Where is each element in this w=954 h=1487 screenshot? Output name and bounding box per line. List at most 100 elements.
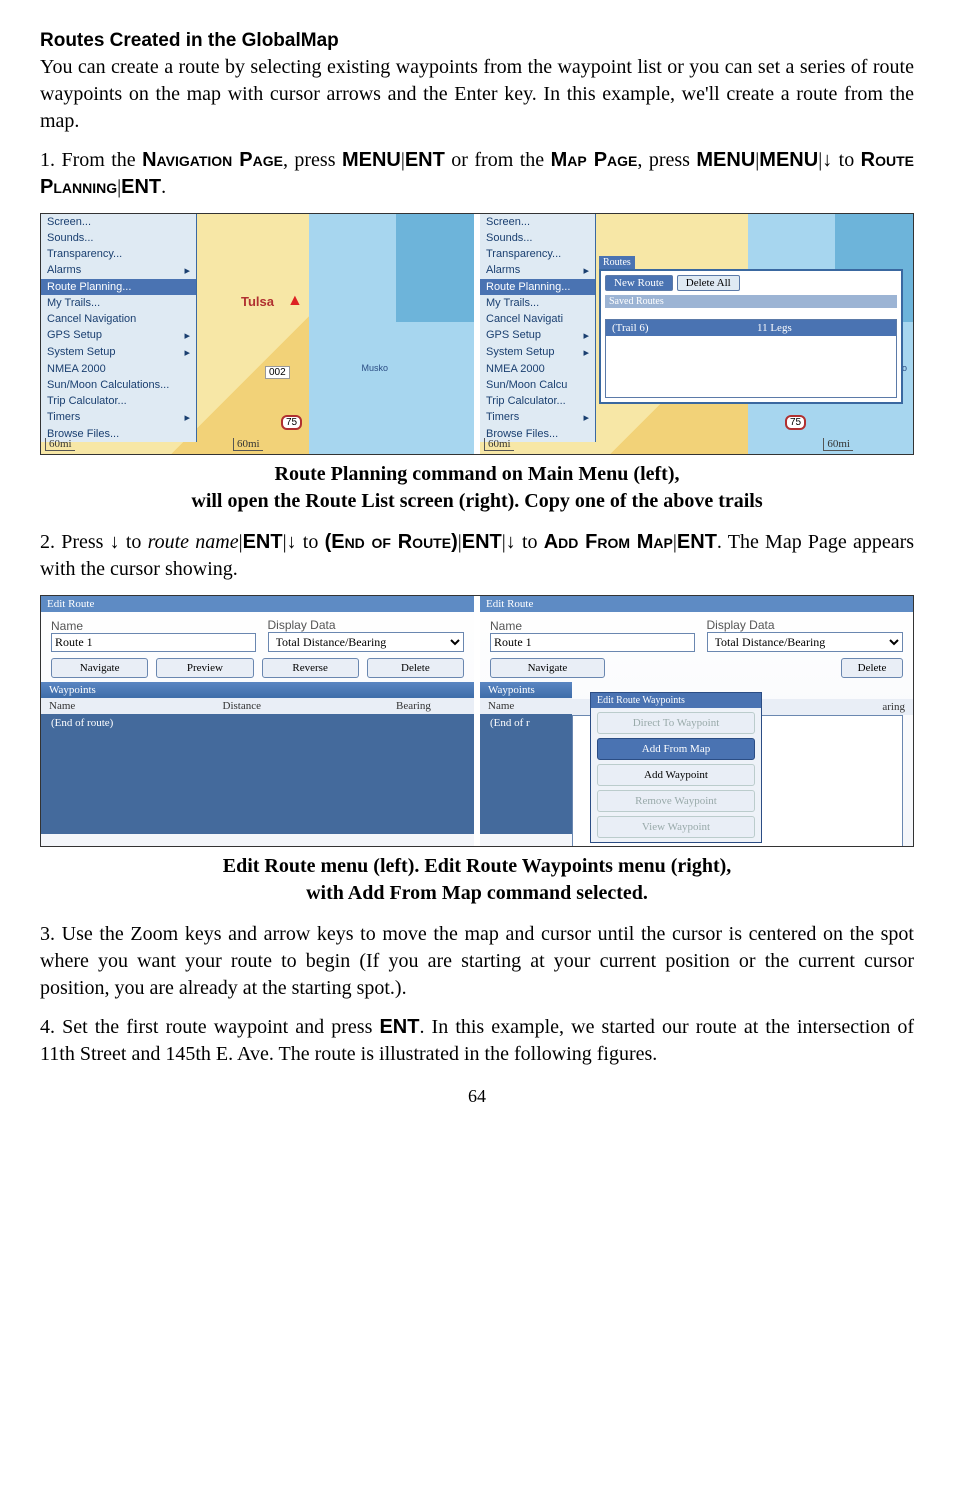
reverse-button[interactable]: Reverse <box>262 658 359 678</box>
menu-item[interactable]: Transparency... <box>480 246 595 262</box>
waypoints-header: Waypoints <box>480 682 572 698</box>
menu-item[interactable]: System Setup <box>41 344 196 361</box>
col-name: Name <box>41 698 215 714</box>
saved-routes-list[interactable]: (Trail 6) 11 Legs <box>605 319 897 398</box>
menu-item[interactable]: System Setup <box>480 344 595 361</box>
view-waypoint-item[interactable]: View Waypoint <box>597 816 755 838</box>
map-cursor-icon: ▲ <box>287 292 303 310</box>
menu-item[interactable]: Alarms <box>41 262 196 279</box>
edit-route-dialog: Edit Route Name Display Data Total Dista… <box>41 596 474 846</box>
end-of-route-row[interactable]: (End of r <box>480 714 572 732</box>
display-data-select[interactable]: Total Distance/Bearing <box>268 632 465 652</box>
menu-item[interactable]: Sounds... <box>480 230 595 246</box>
route-name-placeholder: route name <box>148 531 239 553</box>
txt: |↓ to <box>283 531 325 553</box>
menu-item[interactable]: Transparency... <box>41 246 196 262</box>
screenshot-edit-route-right: Edit Route Name Display Data Total Dista… <box>480 596 913 846</box>
menu-item[interactable]: Alarms <box>480 262 595 279</box>
delete-button[interactable]: Delete <box>841 658 903 678</box>
caption-line: with Add From Map command selected. <box>306 882 648 904</box>
txt: , press <box>283 149 342 171</box>
map-zoom-badge: 002 <box>265 366 290 379</box>
map-label-muskogee: Musko <box>361 363 388 373</box>
txt: . <box>161 176 166 198</box>
delete-button[interactable]: Delete <box>367 658 464 678</box>
key-menu: MENU <box>759 149 818 171</box>
name-label: Name <box>490 619 687 633</box>
waypoints-list[interactable]: (End of r <box>480 714 572 834</box>
display-data-label: Display Data <box>707 618 904 632</box>
menu-item[interactable]: Cancel Navigation <box>41 311 196 327</box>
key-ent: ENT <box>677 531 717 553</box>
menu-item[interactable]: Cancel Navigati <box>480 311 595 327</box>
menu-item[interactable]: My Trails... <box>41 295 196 311</box>
waypoints-header: Waypoints <box>41 682 474 698</box>
navigate-button[interactable]: Navigate <box>490 658 605 678</box>
map-page-label: Map Page <box>551 149 638 171</box>
col-bearing: Bearing <box>388 698 474 714</box>
route-legs-cell: 11 Legs <box>751 320 896 336</box>
screenshot-row-2: Edit Route Name Display Data Total Dista… <box>40 595 914 847</box>
add-waypoint-item[interactable]: Add Waypoint <box>597 764 755 786</box>
menu-item[interactable]: NMEA 2000 <box>41 361 196 377</box>
menu-item[interactable]: NMEA 2000 <box>480 361 595 377</box>
col-bearing-trimmed: aring <box>853 699 913 715</box>
waypoints-columns: Name Distance Bearing <box>41 698 474 714</box>
caption-1: Route Planning command on Main Menu (lef… <box>40 461 914 515</box>
menu-item[interactable]: Route Planning... <box>41 279 196 295</box>
delete-all-button[interactable]: Delete All <box>677 275 740 291</box>
menu-item[interactable]: Sun/Moon Calculations... <box>41 377 196 393</box>
step-4: 4. Set the first route waypoint and pres… <box>40 1014 914 1068</box>
main-menu-panel[interactable]: Screen...Sounds...Transparency...AlarmsR… <box>41 214 197 442</box>
txt: 2. Press ↓ to <box>40 531 148 553</box>
step-2: 2. Press ↓ to route name|ENT|↓ to (End o… <box>40 529 914 583</box>
route-name-input[interactable] <box>51 633 256 652</box>
edit-route-waypoints-popup: Edit Route Waypoints Direct To Waypoint … <box>590 692 762 843</box>
txt: |↓ to <box>502 531 544 553</box>
menu-item[interactable]: Sun/Moon Calcu <box>480 377 595 393</box>
menu-item[interactable]: Trip Calculator... <box>41 393 196 409</box>
menu-item[interactable]: Timers <box>41 409 196 426</box>
main-menu-panel[interactable]: Screen...Sounds...Transparency...AlarmsR… <box>480 214 596 442</box>
remove-waypoint-item[interactable]: Remove Waypoint <box>597 790 755 812</box>
screenshot-route-list: 75 75 Musko Screen...Sounds...Transparen… <box>480 214 913 454</box>
menu-item[interactable]: My Trails... <box>480 295 595 311</box>
display-data-select[interactable]: Total Distance/Bearing <box>707 632 904 652</box>
new-route-button[interactable]: New Route <box>605 275 673 291</box>
page-number: 64 <box>40 1086 914 1107</box>
key-menu: MENU <box>342 149 401 171</box>
direct-to-waypoint-item[interactable]: Direct To Waypoint <box>597 712 755 734</box>
menu-item[interactable]: Sounds... <box>41 230 196 246</box>
screenshot-row-1: Tulsa ▲ 75 75 Musko 002 Screen...Sounds.… <box>40 213 914 455</box>
key-ent: ENT <box>379 1016 419 1038</box>
col-name: Name <box>480 698 572 714</box>
saved-routes-label: Saved Routes <box>605 295 897 308</box>
name-label: Name <box>51 619 248 633</box>
menu-item[interactable]: Trip Calculator... <box>480 393 595 409</box>
navigate-button[interactable]: Navigate <box>51 658 148 678</box>
highway-shield: 75 <box>281 415 302 430</box>
key-ent: ENT <box>243 531 283 553</box>
menu-item[interactable]: GPS Setup <box>480 327 595 344</box>
map-scale: 60mi <box>233 438 263 451</box>
route-list-row[interactable]: (Trail 6) 11 Legs <box>606 320 896 336</box>
add-from-map-item[interactable]: Add From Map <box>597 738 755 760</box>
routes-popup: New Route Delete All Saved Routes (Trail… <box>599 269 903 404</box>
end-of-route-row[interactable]: (End of route) <box>41 714 474 732</box>
menu-item[interactable]: Timers <box>480 409 595 426</box>
preview-button[interactable]: Preview <box>156 658 253 678</box>
txt: 4. Set the first route waypoint and pres… <box>40 1016 379 1038</box>
screenshot-main-menu: Tulsa ▲ 75 75 Musko 002 Screen...Sounds.… <box>41 214 474 454</box>
menu-item[interactable]: Screen... <box>480 214 595 230</box>
key-ent: ENT <box>405 149 445 171</box>
section-heading: Routes Created in the GlobalMap <box>40 30 914 52</box>
col-distance: Distance <box>215 698 389 714</box>
waypoints-list[interactable]: (End of route) <box>41 714 474 834</box>
route-name-input[interactable] <box>490 633 695 652</box>
menu-item[interactable]: Screen... <box>41 214 196 230</box>
caption-2: Edit Route menu (left). Edit Route Waypo… <box>40 853 914 907</box>
menu-item[interactable]: GPS Setup <box>41 327 196 344</box>
map-water <box>396 214 474 322</box>
menu-item[interactable]: Route Planning... <box>480 279 595 295</box>
key-menu: MENU <box>696 149 755 171</box>
